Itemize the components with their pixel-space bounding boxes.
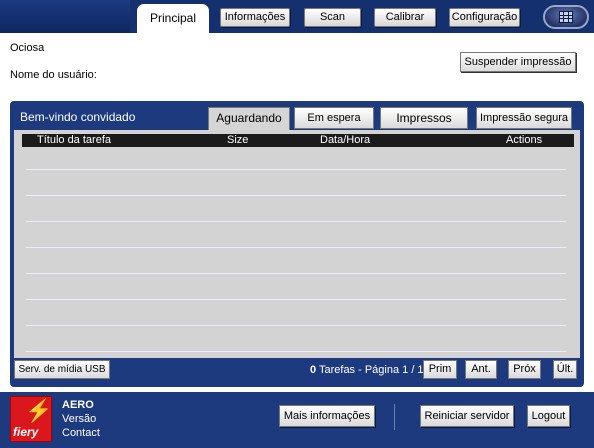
page-info-text: Tarefas - Página 1 / 1 xyxy=(318,364,424,376)
usb-media-server-button[interactable]: Serv. de mídia USB xyxy=(14,360,110,379)
nav-button-informacoes[interactable]: Informações xyxy=(220,8,290,27)
version-label: Versão xyxy=(62,413,97,425)
welcome-text: Bem-vindo convidado xyxy=(20,110,136,124)
server-status: Ociosa xyxy=(10,42,45,54)
logout-button[interactable]: Logout xyxy=(527,405,570,427)
job-table: Título da tarefa Size Data/Hora Actions xyxy=(14,130,580,358)
prev-page-button[interactable]: Ant. xyxy=(465,360,497,379)
username-label: Nome do usuário: xyxy=(10,69,97,81)
contact-label: Contact xyxy=(62,427,100,439)
grid-icon[interactable] xyxy=(543,5,589,29)
top-bar-accent xyxy=(0,0,130,33)
grid-icon-cells xyxy=(559,11,573,23)
column-size[interactable]: Size xyxy=(227,134,248,147)
tab-impressao-segura[interactable]: Impressão segura xyxy=(476,107,572,129)
jobs-panel: Bem-vindo convidado Aguardando Em espera… xyxy=(10,101,584,387)
column-titulo[interactable]: Título da tarefa xyxy=(37,134,111,147)
lightning-icon: ⚡ xyxy=(25,398,53,423)
more-info-button[interactable]: Mais informações xyxy=(279,405,375,427)
nav-button-calibrar[interactable]: Calibrar xyxy=(374,8,436,27)
table-row xyxy=(26,195,566,196)
page-info: 0 Tarefas - Página 1 / 1 xyxy=(310,364,424,376)
table-row xyxy=(26,273,566,274)
restart-server-button[interactable]: Reiniciar servidor xyxy=(420,405,514,427)
footer-divider xyxy=(394,404,395,430)
job-count: 0 xyxy=(310,364,317,376)
nav-button-configuracao[interactable]: Configuração xyxy=(449,8,520,27)
column-actions: Actions xyxy=(506,134,543,146)
logo-text: fiery xyxy=(13,425,39,439)
first-page-button[interactable]: Prim xyxy=(423,360,457,379)
table-row xyxy=(26,325,566,326)
table-row xyxy=(26,351,566,352)
product-info: AERO Versão Contact xyxy=(62,398,100,440)
table-row xyxy=(26,221,566,222)
footer: ⚡ fiery AERO Versão Contact Mais informa… xyxy=(0,392,594,448)
tab-impressos[interactable]: Impressos xyxy=(380,107,468,129)
last-page-button[interactable]: Últ. xyxy=(553,360,577,379)
suspend-printing-button[interactable]: Suspender impressão xyxy=(460,52,576,72)
nav-button-scan[interactable]: Scan xyxy=(304,8,361,27)
tab-em-espera[interactable]: Em espera xyxy=(294,107,374,129)
job-table-header: Título da tarefa Size Data/Hora Actions xyxy=(22,134,574,147)
table-row xyxy=(26,247,566,248)
tab-principal[interactable]: Principal xyxy=(137,4,209,34)
table-row xyxy=(26,169,566,170)
table-row xyxy=(26,299,566,300)
fiery-logo: ⚡ fiery xyxy=(10,396,52,442)
column-data-hora[interactable]: Data/Hora xyxy=(320,134,370,147)
product-name: AERO xyxy=(62,399,94,411)
next-page-button[interactable]: Próx xyxy=(508,360,541,379)
